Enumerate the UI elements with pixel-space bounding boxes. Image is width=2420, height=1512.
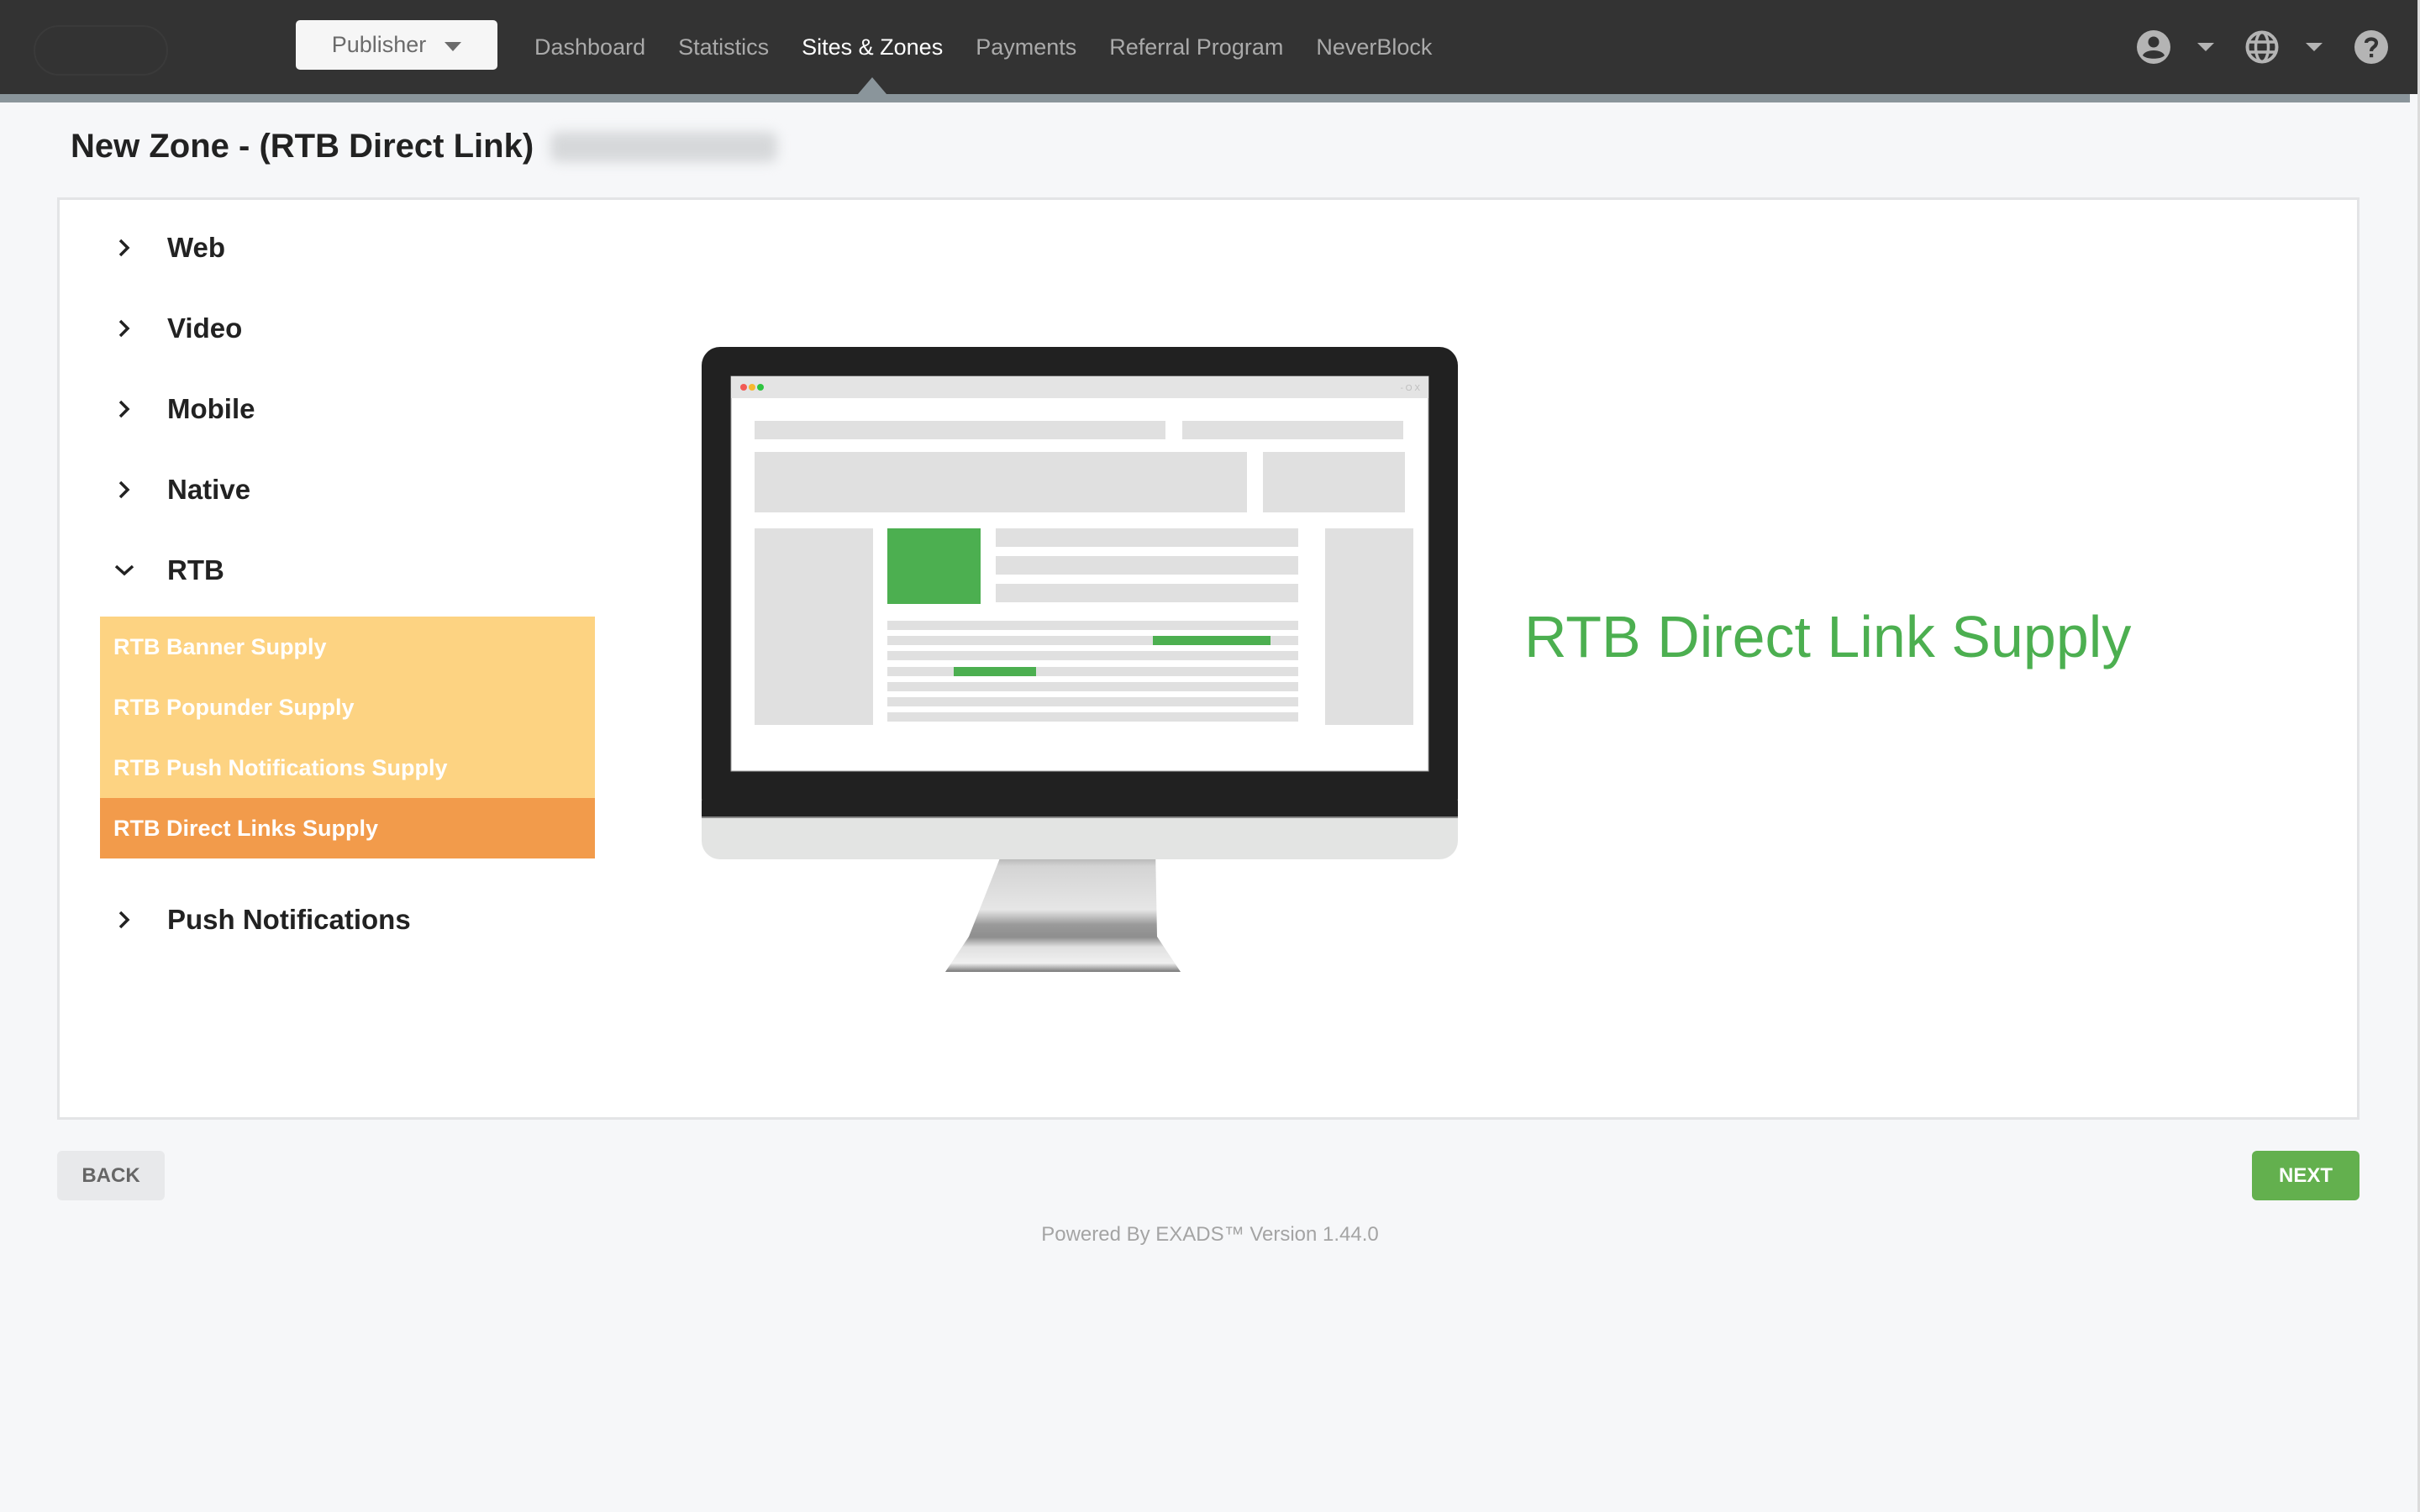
nav-link-neverblock[interactable]: NeverBlock xyxy=(1316,0,1432,94)
caret-down-icon xyxy=(445,42,462,51)
nav-link-dashboard[interactable]: Dashboard xyxy=(534,0,645,94)
page-title: New Zone - (RTB Direct Link) xyxy=(71,128,778,165)
monitor-illustration: - O X xyxy=(702,347,1458,972)
page-title-text: New Zone - (RTB Direct Link) xyxy=(71,128,534,165)
direct-link-highlight xyxy=(1153,636,1270,645)
active-indicator xyxy=(858,77,887,94)
role-selector-label: Publisher xyxy=(331,32,427,57)
rtb-submenu: RTB Banner Supply RTB Popunder Supply RT… xyxy=(100,617,595,858)
nav-link-label: Payments xyxy=(976,34,1077,60)
chevron-right-icon xyxy=(118,319,130,338)
nav-link-payments[interactable]: Payments xyxy=(976,0,1076,94)
account-caret-icon[interactable] xyxy=(2197,43,2214,51)
submenu-item-rtb-popunder[interactable]: RTB Popunder Supply xyxy=(100,677,595,738)
submenu-item-label: RTB Push Notifications Supply xyxy=(113,754,448,780)
chevron-right-icon xyxy=(118,480,130,499)
help-button[interactable] xyxy=(2354,0,2388,94)
next-button[interactable]: NEXT xyxy=(2252,1151,2360,1200)
category-label: Mobile xyxy=(167,393,255,424)
direct-link-highlight xyxy=(954,667,1036,676)
nav-link-label: Dashboard xyxy=(534,34,646,60)
globe-icon[interactable] xyxy=(2245,30,2279,64)
window-controls-text: - O X xyxy=(1401,384,1421,393)
category-mobile[interactable]: Mobile xyxy=(112,393,255,425)
help-icon[interactable] xyxy=(2354,30,2388,64)
category-label: RTB xyxy=(167,554,224,585)
nav-link-sites-zones[interactable]: Sites & Zones xyxy=(802,0,943,94)
category-native[interactable]: Native xyxy=(112,474,250,506)
footer-version: Powered By EXADS™ Version 1.44.0 xyxy=(1041,1223,1379,1246)
account-icon[interactable] xyxy=(2137,30,2170,64)
browser-window: - O X xyxy=(730,375,1429,772)
category-video[interactable]: Video xyxy=(112,312,242,344)
submenu-item-label: RTB Direct Links Supply xyxy=(113,815,379,841)
category-push-notifications[interactable]: Push Notifications xyxy=(112,904,411,936)
monitor-stand xyxy=(945,848,1181,972)
nav-link-statistics[interactable]: Statistics xyxy=(678,0,769,94)
window-maximize-dot xyxy=(757,384,764,391)
back-button[interactable]: BACK xyxy=(57,1151,165,1200)
nav-link-referral-program[interactable]: Referral Program xyxy=(1109,0,1283,94)
submenu-item-rtb-direct-links[interactable]: RTB Direct Links Supply xyxy=(100,798,595,858)
window-close-dot xyxy=(740,384,747,391)
chevron-right-icon xyxy=(118,239,130,257)
account-menu[interactable] xyxy=(2137,0,2214,94)
submenu-item-rtb-banner[interactable]: RTB Banner Supply xyxy=(100,617,595,677)
site-name-redacted xyxy=(550,131,778,162)
chevron-right-icon xyxy=(118,911,130,929)
submenu-item-label: RTB Popunder Supply xyxy=(113,694,355,720)
chevron-down-icon xyxy=(114,564,134,576)
category-web[interactable]: Web xyxy=(112,232,225,264)
zone-type-card: Web Video Mobile Native RTB RTB Banner S… xyxy=(57,197,2360,1120)
category-label: Push Notifications xyxy=(167,904,411,935)
zone-type-heading: RTB Direct Link Supply xyxy=(1524,604,2132,669)
nav-divider xyxy=(0,94,2410,102)
category-label: Web xyxy=(167,232,226,263)
nav-link-label: NeverBlock xyxy=(1316,34,1433,60)
category-rtb[interactable]: RTB xyxy=(112,554,224,586)
nav-link-label: Referral Program xyxy=(1109,34,1284,60)
window-minimize-dot xyxy=(749,384,755,391)
category-label: Video xyxy=(167,312,243,344)
category-label: Native xyxy=(167,474,251,505)
role-selector-dropdown[interactable]: Publisher xyxy=(296,20,497,70)
nav-link-label: Sites & Zones xyxy=(802,34,944,60)
ad-placeholder-block xyxy=(887,528,981,604)
chevron-right-icon xyxy=(118,400,130,418)
submenu-item-label: RTB Banner Supply xyxy=(113,633,327,659)
brand-logo[interactable] xyxy=(34,25,168,76)
main-nav: Dashboard Statistics Sites & Zones Payme… xyxy=(534,0,1465,94)
language-menu[interactable] xyxy=(2245,0,2323,94)
submenu-item-rtb-push-notifications[interactable]: RTB Push Notifications Supply xyxy=(100,738,595,798)
language-caret-icon[interactable] xyxy=(2306,43,2323,51)
nav-link-label: Statistics xyxy=(678,34,770,60)
top-navbar: Publisher Dashboard Statistics Sites & Z… xyxy=(0,0,2420,94)
